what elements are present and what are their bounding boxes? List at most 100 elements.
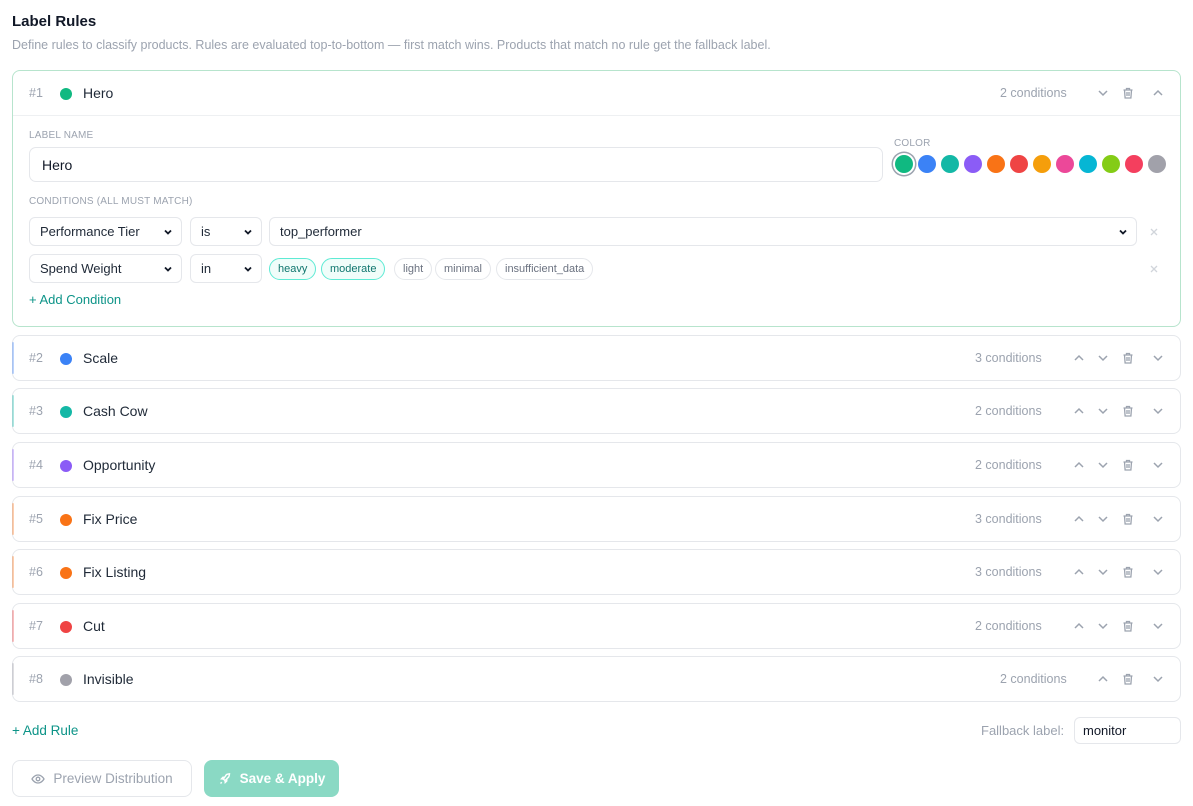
move-up-icon[interactable]: [1070, 402, 1088, 420]
label-name-caption: LABEL NAME: [29, 130, 94, 141]
expand-icon[interactable]: [1149, 670, 1167, 688]
color-swatch[interactable]: [941, 155, 959, 173]
trash-icon[interactable]: [1119, 617, 1137, 635]
expand-icon[interactable]: [1149, 456, 1167, 474]
condition-operator-select[interactable]: is: [190, 217, 262, 246]
chevron-down-icon: [1119, 229, 1127, 235]
chevron-down-icon: [164, 266, 172, 272]
color-swatch[interactable]: [964, 155, 982, 173]
rule-card[interactable]: #6 Fix Listing 3 conditions: [12, 549, 1181, 595]
rule-conditions-count: 2 conditions: [1000, 86, 1067, 100]
move-up-icon[interactable]: [1070, 349, 1088, 367]
rule-header[interactable]: #7 Cut 2 conditions: [13, 604, 1180, 649]
add-rule-button[interactable]: + Add Rule: [12, 723, 78, 738]
trash-icon[interactable]: [1119, 510, 1137, 528]
value-chip[interactable]: light: [394, 258, 433, 280]
color-swatch[interactable]: [1033, 155, 1051, 173]
condition-field-select[interactable]: Performance Tier: [29, 217, 182, 246]
fallback-label-input[interactable]: [1074, 717, 1181, 744]
color-swatch[interactable]: [1056, 155, 1074, 173]
rule-name: Opportunity: [83, 457, 156, 473]
move-up-icon[interactable]: [1070, 617, 1088, 635]
preview-distribution-label: Preview Distribution: [53, 771, 173, 786]
rule-number: #7: [29, 619, 43, 633]
color-swatch[interactable]: [987, 155, 1005, 173]
move-up-icon[interactable]: [1070, 563, 1088, 581]
trash-icon[interactable]: [1119, 563, 1137, 581]
eye-icon: [31, 773, 46, 784]
chevron-down-icon: [244, 266, 252, 272]
expand-icon[interactable]: [1149, 402, 1167, 420]
rule-card[interactable]: #8 Invisible 2 conditions: [12, 656, 1181, 702]
condition-operator-value: in: [201, 261, 212, 276]
rule-number: #5: [29, 512, 43, 526]
value-chip[interactable]: moderate: [321, 258, 386, 280]
rule-card[interactable]: #2 Scale 3 conditions: [12, 335, 1181, 381]
expand-icon[interactable]: [1149, 563, 1167, 581]
color-swatch[interactable]: [1102, 155, 1120, 173]
rule-color-dot: [60, 88, 72, 100]
trash-icon[interactable]: [1119, 84, 1137, 102]
collapse-icon[interactable]: [1149, 84, 1167, 102]
move-down-icon[interactable]: [1094, 563, 1112, 581]
move-down-icon[interactable]: [1094, 84, 1112, 102]
rule-header[interactable]: #8 Invisible 2 conditions: [13, 657, 1180, 702]
rule-card-expanded: #1 Hero 2 conditions LABEL NAME COLOR CO…: [12, 70, 1181, 327]
move-down-icon[interactable]: [1094, 402, 1112, 420]
color-swatch[interactable]: [895, 155, 913, 173]
rule-color-dot: [60, 674, 72, 686]
color-swatch[interactable]: [918, 155, 936, 173]
move-up-icon[interactable]: [1070, 456, 1088, 474]
rule-name: Invisible: [83, 671, 134, 687]
condition-value-select[interactable]: top_performer: [269, 217, 1137, 246]
rule-header[interactable]: #1 Hero 2 conditions: [13, 71, 1180, 116]
trash-icon[interactable]: [1119, 402, 1137, 420]
save-apply-button[interactable]: Save & Apply: [204, 760, 339, 797]
expand-icon[interactable]: [1149, 510, 1167, 528]
move-down-icon[interactable]: [1094, 349, 1112, 367]
condition-field-value: Performance Tier: [40, 224, 140, 239]
rule-name: Hero: [83, 85, 114, 101]
rule-header[interactable]: #6 Fix Listing 3 conditions: [13, 550, 1180, 595]
remove-condition-icon[interactable]: [1148, 226, 1160, 238]
expand-icon[interactable]: [1149, 349, 1167, 367]
value-chip[interactable]: minimal: [435, 258, 491, 280]
condition-operator-select[interactable]: in: [190, 254, 262, 283]
preview-distribution-button[interactable]: Preview Distribution: [12, 760, 192, 797]
color-swatch[interactable]: [1125, 155, 1143, 173]
label-name-input[interactable]: [29, 147, 883, 182]
rule-card[interactable]: #7 Cut 2 conditions: [12, 603, 1181, 649]
rule-header[interactable]: #3 Cash Cow 2 conditions: [13, 389, 1180, 434]
move-up-icon[interactable]: [1094, 670, 1112, 688]
move-up-icon[interactable]: [1070, 510, 1088, 528]
rule-card[interactable]: #4 Opportunity 2 conditions: [12, 442, 1181, 488]
trash-icon[interactable]: [1119, 456, 1137, 474]
rule-header[interactable]: #4 Opportunity 2 conditions: [13, 443, 1180, 488]
move-down-icon[interactable]: [1094, 456, 1112, 474]
add-condition-button[interactable]: + Add Condition: [29, 292, 121, 307]
value-chip[interactable]: insufficient_data: [496, 258, 594, 280]
move-down-icon[interactable]: [1094, 510, 1112, 528]
rule-header[interactable]: #5 Fix Price 3 conditions: [13, 497, 1180, 542]
rule-name: Cut: [83, 618, 105, 634]
rule-color-dot: [60, 621, 72, 633]
trash-icon[interactable]: [1119, 670, 1137, 688]
rule-header[interactable]: #2 Scale 3 conditions: [13, 336, 1180, 381]
condition-field-select[interactable]: Spend Weight: [29, 254, 182, 283]
color-swatch[interactable]: [1010, 155, 1028, 173]
color-swatch[interactable]: [1148, 155, 1166, 173]
color-swatch[interactable]: [1079, 155, 1097, 173]
chevron-down-icon: [164, 229, 172, 235]
trash-icon[interactable]: [1119, 349, 1137, 367]
rule-number: #8: [29, 672, 43, 686]
value-chip[interactable]: heavy: [269, 258, 317, 280]
rule-color-dot: [60, 353, 72, 365]
fallback-label-caption: Fallback label:: [981, 723, 1065, 738]
rule-card[interactable]: #5 Fix Price 3 conditions: [12, 496, 1181, 542]
rule-card[interactable]: #3 Cash Cow 2 conditions: [12, 388, 1181, 434]
remove-condition-icon[interactable]: [1148, 263, 1160, 275]
move-down-icon[interactable]: [1094, 617, 1112, 635]
condition-operator-value: is: [201, 224, 211, 239]
rule-name: Fix Listing: [83, 564, 147, 580]
expand-icon[interactable]: [1149, 617, 1167, 635]
